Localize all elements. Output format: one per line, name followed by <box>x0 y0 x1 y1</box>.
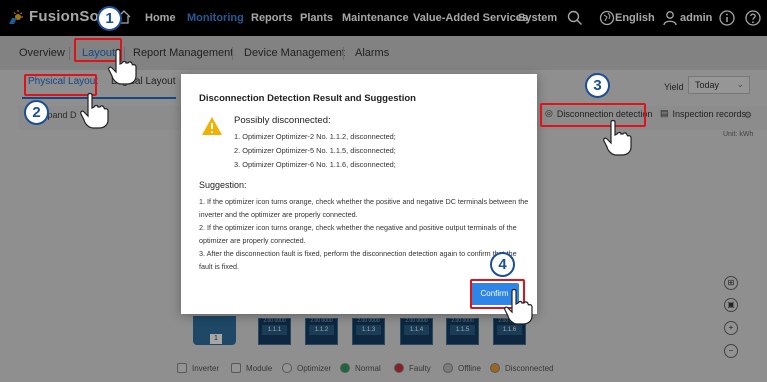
suggestion-item: 2. If the optimizer icon turns orange, c… <box>199 223 517 245</box>
step-badge-2: 2 <box>24 100 49 125</box>
pointer-hand-icon <box>80 92 109 129</box>
pointer-hand-icon <box>504 288 533 325</box>
suggestion-title: Suggestion: <box>199 180 247 190</box>
pointer-hand-icon <box>603 119 632 156</box>
dialog-title: Disconnection Detection Result and Sugge… <box>199 93 416 104</box>
step-badge-3: 3 <box>585 73 610 98</box>
step-badge-4: 4 <box>490 252 515 277</box>
suggestion-item: 3. After the disconnection fault is fixe… <box>199 249 517 271</box>
pointer-hand-icon <box>108 48 137 85</box>
disconnected-item: 3. Optimizer Optimizer-6 No. 1.1.6, disc… <box>234 160 396 169</box>
suggestion-item: 1. If the optimizer icon turns orange, c… <box>199 197 529 219</box>
step-badge-1: 1 <box>97 6 122 31</box>
disconnected-item: 1. Optimizer Optimizer-2 No. 1.1.2, disc… <box>234 132 396 141</box>
possibly-disconnected-title: Possibly disconnected: <box>234 115 331 126</box>
warning-icon <box>202 117 222 135</box>
disconnection-result-dialog: Disconnection Detection Result and Sugge… <box>181 74 537 314</box>
disconnected-item: 2. Optimizer Optimizer-5 No. 1.1.5, disc… <box>234 146 396 155</box>
